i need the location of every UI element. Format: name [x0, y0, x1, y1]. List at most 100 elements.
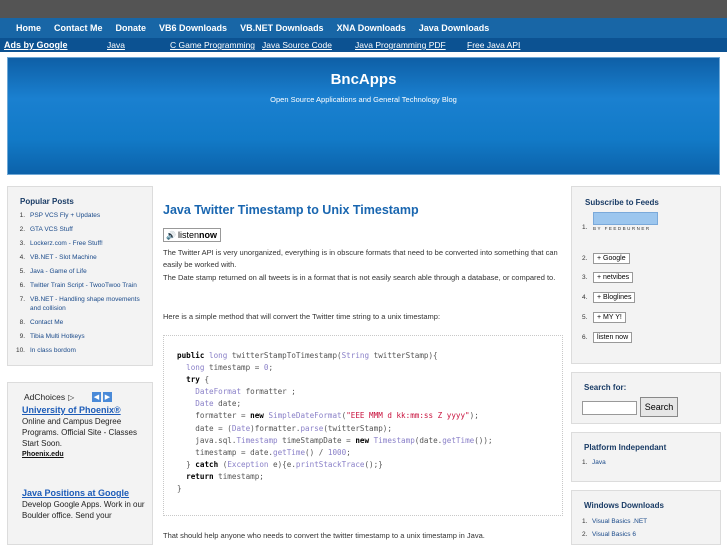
- nav-home[interactable]: Home: [16, 23, 41, 33]
- add-to-my-yahoo-button[interactable]: + MY Y!: [593, 312, 626, 323]
- popular-post-link[interactable]: Twitter Train Script - TwooTwoo Train: [30, 281, 148, 290]
- item-label[interactable]: Java: [592, 459, 606, 466]
- top-strip: [0, 0, 727, 18]
- site-header: BncApps Open Source Applications and Gen…: [7, 57, 720, 175]
- listen-now-label: now: [198, 230, 217, 240]
- popular-post-item[interactable]: 6. Twitter Train Script - TwooTwoo Train: [8, 281, 152, 290]
- site-title[interactable]: BncApps: [8, 71, 719, 88]
- popular-post-link[interactable]: VB.NET - Slot Machine: [30, 253, 148, 262]
- feedburner-badge[interactable]: [593, 212, 658, 225]
- popular-post-item[interactable]: 2. GTA VCS Stuff: [8, 225, 152, 234]
- feed-row: 5. + MY Y!: [582, 312, 626, 323]
- popular-post-item[interactable]: 5. Java - Game of Life: [8, 267, 152, 276]
- feed-number: 2.: [582, 255, 588, 262]
- item-number: 1.: [582, 459, 588, 466]
- add-to-google-button[interactable]: + Google: [593, 253, 630, 264]
- popular-post-link[interactable]: Contact Me: [30, 318, 148, 327]
- ad-headline[interactable]: University of Phoenix®: [22, 405, 150, 416]
- post-paragraph: That should help anyone who needs to con…: [163, 531, 485, 540]
- site-tagline: Open Source Applications and General Tec…: [270, 95, 457, 104]
- popular-post-link[interactable]: GTA VCS Stuff: [30, 225, 148, 234]
- search-heading: Search for:: [584, 383, 627, 392]
- ad-item[interactable]: Java Positions at Google Develop Google …: [22, 488, 150, 521]
- adchoices-text: AdChoices: [24, 392, 66, 402]
- search-panel: Search for: Search: [571, 372, 721, 424]
- popular-post-number: 5.: [19, 268, 25, 275]
- popular-post-item[interactable]: 4. VB.NET - Slot Machine: [8, 253, 152, 262]
- popular-post-item[interactable]: 8. Contact Me: [8, 318, 152, 327]
- adchoices-label[interactable]: AdChoices ▷: [24, 392, 74, 402]
- item-label[interactable]: Visual Basics .NET: [592, 518, 647, 525]
- list-item[interactable]: 2. Visual Basics 6: [582, 531, 636, 538]
- ad-body: Online and Campus Degree Programs. Offic…: [22, 417, 137, 448]
- popular-post-number: 3.: [19, 240, 25, 247]
- feed-number: 4.: [582, 294, 588, 301]
- popular-post-item[interactable]: 7. VB.NET - Handling shape movements and …: [8, 295, 152, 313]
- popular-post-number: 4.: [19, 254, 25, 261]
- listen-now-button[interactable]: 🔊 listen now: [163, 228, 221, 242]
- ad-link-java[interactable]: Java: [107, 40, 125, 50]
- search-input[interactable]: [582, 401, 637, 415]
- item-label[interactable]: Visual Basics 6: [592, 531, 636, 538]
- popular-post-number: 2.: [19, 226, 25, 233]
- platform-heading: Platform Independant: [584, 443, 667, 452]
- feed-number: 6.: [582, 334, 588, 341]
- search-button[interactable]: Search: [640, 397, 678, 417]
- listen-now-feed-button[interactable]: listen now: [593, 332, 633, 343]
- nav-java-downloads[interactable]: Java Downloads: [419, 23, 490, 33]
- main-nav: Home Contact Me Donate VB6 Downloads VB.…: [0, 18, 727, 38]
- ad-nav-arrows: ◀ ▶: [92, 392, 112, 402]
- nav-contact-me[interactable]: Contact Me: [54, 23, 103, 33]
- nav-xna-downloads[interactable]: XNA Downloads: [337, 23, 406, 33]
- ads-link-bar: Ads by Google Java C Game Programming Ja…: [0, 38, 727, 52]
- ads-by-google-link[interactable]: Ads by Google: [4, 40, 68, 50]
- popular-post-item[interactable]: 3. Lockerz.com - Free Stuff!: [8, 239, 152, 248]
- ad-link-c-game-programming[interactable]: C Game Programming: [170, 40, 255, 50]
- subscribe-heading: Subscribe to Feeds: [585, 198, 659, 207]
- adchoices-icon: ▷: [68, 392, 75, 402]
- popular-post-item[interactable]: 10. In class bordom: [8, 346, 152, 355]
- ad-link-java-programming-pdf[interactable]: Java Programming PDF: [355, 40, 446, 50]
- ad-headline[interactable]: Java Positions at Google: [22, 488, 150, 499]
- ad-panel: AdChoices ▷ ◀ ▶ University of Phoenix® O…: [7, 382, 153, 545]
- popular-post-number: 1.: [19, 212, 25, 219]
- popular-post-item[interactable]: 1. PSP VCS Fly + Updates: [8, 211, 152, 220]
- post-paragraph: The Twitter API is very unorganized, eve…: [163, 248, 558, 269]
- ad-next-icon[interactable]: ▶: [103, 392, 112, 402]
- popular-post-number: 9.: [19, 333, 25, 340]
- ad-body: Develop Google Apps. Work in our Boulder…: [22, 500, 145, 520]
- popular-post-link[interactable]: PSP VCS Fly + Updates: [30, 211, 148, 220]
- code-listing: public long twitterStampToTimestamp(Stri…: [177, 351, 493, 494]
- ad-link-java-source-code[interactable]: Java Source Code: [262, 40, 332, 50]
- feed-row: 1.: [582, 224, 593, 231]
- add-to-netvibes-button[interactable]: + netvibes: [593, 272, 634, 283]
- popular-post-link[interactable]: In class bordom: [30, 346, 148, 355]
- post-title[interactable]: Java Twitter Timestamp to Unix Timestamp: [163, 203, 419, 217]
- nav-donate[interactable]: Donate: [116, 23, 147, 33]
- platform-independant-panel: Platform Independant 1. Java: [571, 432, 721, 482]
- add-to-bloglines-button[interactable]: + Bloglines: [593, 292, 636, 303]
- popular-post-link[interactable]: Lockerz.com - Free Stuff!: [30, 239, 148, 248]
- ad-url[interactable]: Phoenix.edu: [22, 449, 150, 460]
- popular-post-number: 6.: [19, 282, 25, 289]
- nav-vbnet-downloads[interactable]: VB.NET Downloads: [240, 23, 324, 33]
- feed-number: 1.: [582, 224, 588, 231]
- code-block[interactable]: public long twitterStampToTimestamp(Stri…: [163, 335, 563, 516]
- popular-post-number: 10.: [15, 347, 25, 354]
- ad-prev-icon[interactable]: ◀: [92, 392, 101, 402]
- feed-number: 5.: [582, 314, 588, 321]
- popular-post-link[interactable]: Java - Game of Life: [30, 267, 148, 276]
- windows-heading: Windows Downloads: [584, 501, 664, 510]
- feed-row: 6. listen now: [582, 332, 633, 343]
- popular-post-link[interactable]: VB.NET - Handling shape movements and co…: [30, 295, 148, 313]
- ad-item[interactable]: University of Phoenix® Online and Campus…: [22, 405, 150, 460]
- nav-vb6-downloads[interactable]: VB6 Downloads: [159, 23, 227, 33]
- list-item[interactable]: 1. Visual Basics .NET: [582, 518, 647, 525]
- post-paragraph: The Date stamp returned on all tweets is…: [163, 273, 556, 282]
- ad-link-free-java-api[interactable]: Free Java API: [467, 40, 520, 50]
- subscribe-feeds-panel: Subscribe to Feeds 1. BY FEEDBURNER 2. +…: [571, 186, 721, 364]
- popular-post-item[interactable]: 9. Tibia Multi Hotkeys: [8, 332, 152, 341]
- item-number: 1.: [582, 518, 588, 525]
- popular-post-link[interactable]: Tibia Multi Hotkeys: [30, 332, 148, 341]
- list-item[interactable]: 1. Java: [582, 459, 606, 466]
